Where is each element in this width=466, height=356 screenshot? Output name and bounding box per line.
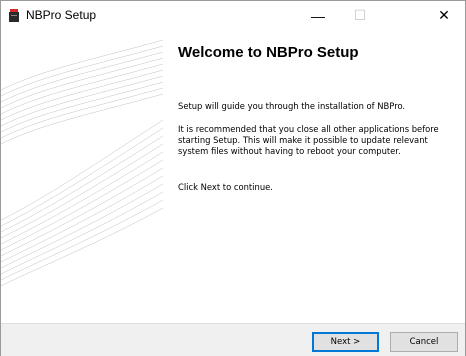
installer-icon (9, 9, 19, 22)
setup-window: NBPro Setup — ☐ ✕ Welcome to NBPro Setup… (0, 0, 466, 356)
page-title: Welcome to NBPro Setup (178, 44, 359, 61)
maximize-button[interactable]: ☐ (339, 1, 381, 30)
button-bar: Next > Cancel (1, 323, 465, 356)
close-button[interactable]: ✕ (423, 1, 465, 30)
recommendation-text: It is recommended that you close all oth… (178, 124, 439, 156)
continue-instruction-text: Click Next to continue. (178, 182, 273, 192)
next-button[interactable]: Next > (312, 332, 379, 352)
cancel-button[interactable]: Cancel (390, 332, 458, 352)
title-bar[interactable]: NBPro Setup — ☐ ✕ (1, 1, 465, 30)
minimize-icon: — (311, 7, 325, 24)
close-icon: ✕ (438, 7, 450, 23)
maximize-icon: ☐ (353, 7, 367, 23)
window-title: NBPro Setup (26, 8, 97, 22)
side-banner (1, 30, 163, 323)
intro-text: Setup will guide you through the install… (178, 101, 406, 111)
wave-pattern-image (1, 39, 163, 287)
welcome-panel: Welcome to NBPro Setup Setup will guide … (164, 30, 465, 323)
minimize-button[interactable]: — (297, 1, 339, 30)
